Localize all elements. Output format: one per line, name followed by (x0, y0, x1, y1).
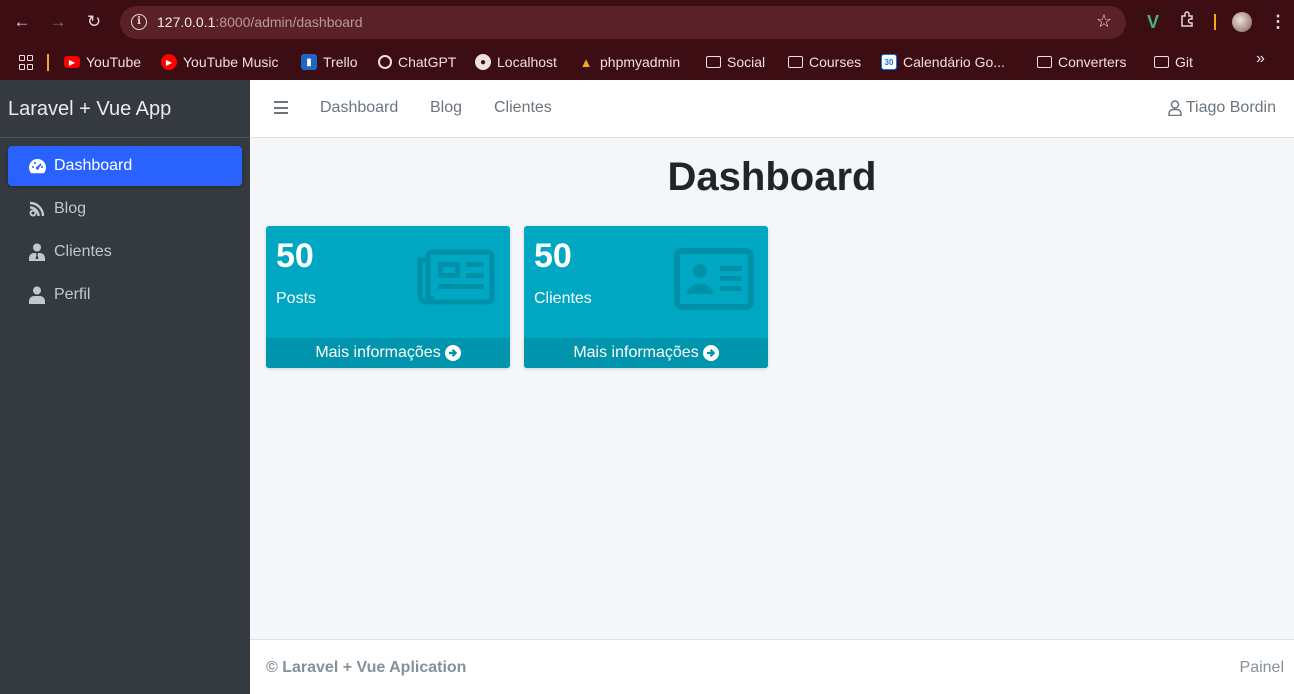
extensions-puzzle-icon[interactable] (1176, 10, 1200, 34)
bookmark-label: Courses (809, 54, 862, 70)
more-bookmarks-icon[interactable]: » (1256, 50, 1265, 68)
user-icon (27, 285, 47, 305)
bookmarks-separator (47, 54, 49, 71)
bookmark-label: Calendário Go... (903, 54, 1005, 70)
bookmark-youtube-music[interactable]: ▶ YouTube Music (161, 44, 278, 80)
folder-icon (788, 56, 803, 68)
user-menu[interactable]: Tiago Bordin (1168, 99, 1276, 117)
bookmark-label: YouTube Music (183, 54, 279, 70)
bookmark-star-icon[interactable]: ☆ (1096, 11, 1112, 32)
back-icon[interactable]: ← (10, 10, 34, 34)
more-info-label: Mais informações (573, 344, 699, 361)
vue-devtools-icon[interactable]: V (1141, 10, 1165, 34)
url-path: :8000/admin/dashboard (215, 14, 363, 30)
bookmark-trello[interactable]: ▮ Trello (301, 44, 358, 80)
bookmarks-bar: ▶ YouTube ▶ YouTube Music ▮ Trello ChatGPT … (0, 44, 1294, 80)
id-card-icon (674, 248, 754, 315)
footer-right-text: Painel (1239, 659, 1284, 676)
sidebar: Laravel + Vue App Dashboard Blog Cliente… (0, 80, 250, 694)
bookmark-git[interactable]: Git (1154, 44, 1193, 80)
blog-icon (27, 199, 47, 219)
apps-icon[interactable] (18, 44, 34, 80)
posts-info-box: 50 Posts Mais informações (266, 226, 510, 368)
phpmyadmin-icon: ▲ (579, 54, 593, 70)
bookmark-label: phpmyadmin (600, 54, 681, 70)
profile-avatar-icon[interactable] (1232, 12, 1252, 32)
page-title: Dashboard (667, 155, 877, 199)
toolbar-separator (1214, 14, 1216, 30)
footer-copyright: © Laravel + Vue Aplication (266, 659, 467, 676)
bookmark-label: Trello (323, 54, 358, 70)
folder-icon (1037, 56, 1052, 68)
chatgpt-icon (378, 55, 392, 69)
posts-more-info-link[interactable]: Mais informações (266, 338, 510, 368)
bookmark-label: ChatGPT (398, 54, 457, 70)
url-text[interactable]: 127.0.0.1:8000/admin/dashboard (157, 14, 363, 30)
brand-link[interactable]: Laravel + Vue App (0, 80, 250, 138)
user-name: Tiago Bordin (1185, 99, 1276, 116)
sidebar-item-label: Clientes (54, 243, 112, 260)
bookmark-label: Converters (1058, 54, 1127, 70)
forward-icon[interactable]: → (46, 10, 70, 34)
bookmark-calendar[interactable]: 30 Calendário Go... (881, 44, 1005, 80)
sidebar-nav: Dashboard Blog Clientes Perfil (0, 138, 250, 315)
arrow-circle-right-icon (444, 345, 461, 361)
reload-icon[interactable]: ↻ (82, 10, 106, 34)
bookmark-label: Social (727, 54, 766, 70)
bookmark-chatgpt[interactable]: ChatGPT (378, 44, 456, 80)
bookmark-converters[interactable]: Converters (1037, 44, 1126, 80)
arrow-circle-right-icon (702, 345, 719, 361)
calendar-icon: 30 (881, 54, 897, 70)
bookmark-label: Localhost (497, 54, 557, 70)
youtube-music-icon: ▶ (161, 54, 177, 70)
browser-toolbar: ← → ↻ i 127.0.0.1:8000/admin/dashboard ☆… (0, 0, 1294, 44)
bookmark-phpmyadmin[interactable]: ▲ phpmyadmin (578, 44, 681, 80)
bookmark-label: YouTube (86, 54, 142, 70)
nav-link-dashboard[interactable]: Dashboard (320, 99, 398, 117)
top-navbar: Dashboard Blog Clientes Tiago Bordin (250, 80, 1294, 138)
sidebar-item-blog[interactable]: Blog (8, 189, 242, 229)
clientes-count: 50 (534, 237, 572, 275)
address-bar[interactable]: i 127.0.0.1:8000/admin/dashboard ☆ (120, 6, 1126, 39)
more-info-label: Mais informações (315, 344, 441, 361)
sidebar-item-clientes[interactable]: Clientes (8, 232, 242, 272)
sidebar-item-label: Blog (54, 200, 87, 217)
nav-link-blog[interactable]: Blog (430, 99, 462, 117)
trello-icon: ▮ (301, 54, 317, 70)
clientes-label: Clientes (534, 290, 592, 307)
bookmark-courses[interactable]: Courses (788, 44, 861, 80)
site-info-icon[interactable]: i (131, 14, 147, 30)
bookmark-youtube[interactable]: ▶ YouTube (64, 44, 141, 80)
folder-icon (1154, 56, 1169, 68)
sidebar-item-dashboard[interactable]: Dashboard (8, 146, 242, 186)
page-footer: © Laravel + Vue Aplication Painel (250, 639, 1294, 694)
sidebar-item-label: Dashboard (54, 157, 133, 174)
folder-icon (706, 56, 721, 68)
nav-link-clientes[interactable]: Clientes (494, 99, 552, 117)
clientes-more-info-link[interactable]: Mais informações (524, 338, 768, 368)
globe-icon: ● (475, 54, 491, 70)
user-outline-icon (1168, 100, 1182, 116)
newspaper-icon (416, 248, 496, 313)
user-tie-icon (27, 242, 47, 262)
posts-count: 50 (276, 237, 314, 275)
url-host: 127.0.0.1 (157, 14, 216, 30)
sidebar-item-label: Perfil (54, 286, 91, 303)
clientes-info-box: 50 Clientes Mais informações (524, 226, 768, 368)
bookmark-social[interactable]: Social (706, 44, 765, 80)
bookmark-localhost[interactable]: ● Localhost (475, 44, 557, 80)
tachometer-icon (27, 156, 47, 176)
menu-toggle-icon[interactable] (274, 101, 288, 114)
posts-label: Posts (276, 290, 317, 307)
browser-menu-icon[interactable]: ⋮ (1266, 10, 1290, 34)
sidebar-item-perfil[interactable]: Perfil (8, 275, 242, 315)
youtube-icon: ▶ (64, 56, 80, 68)
bookmark-label: Git (1175, 54, 1193, 70)
